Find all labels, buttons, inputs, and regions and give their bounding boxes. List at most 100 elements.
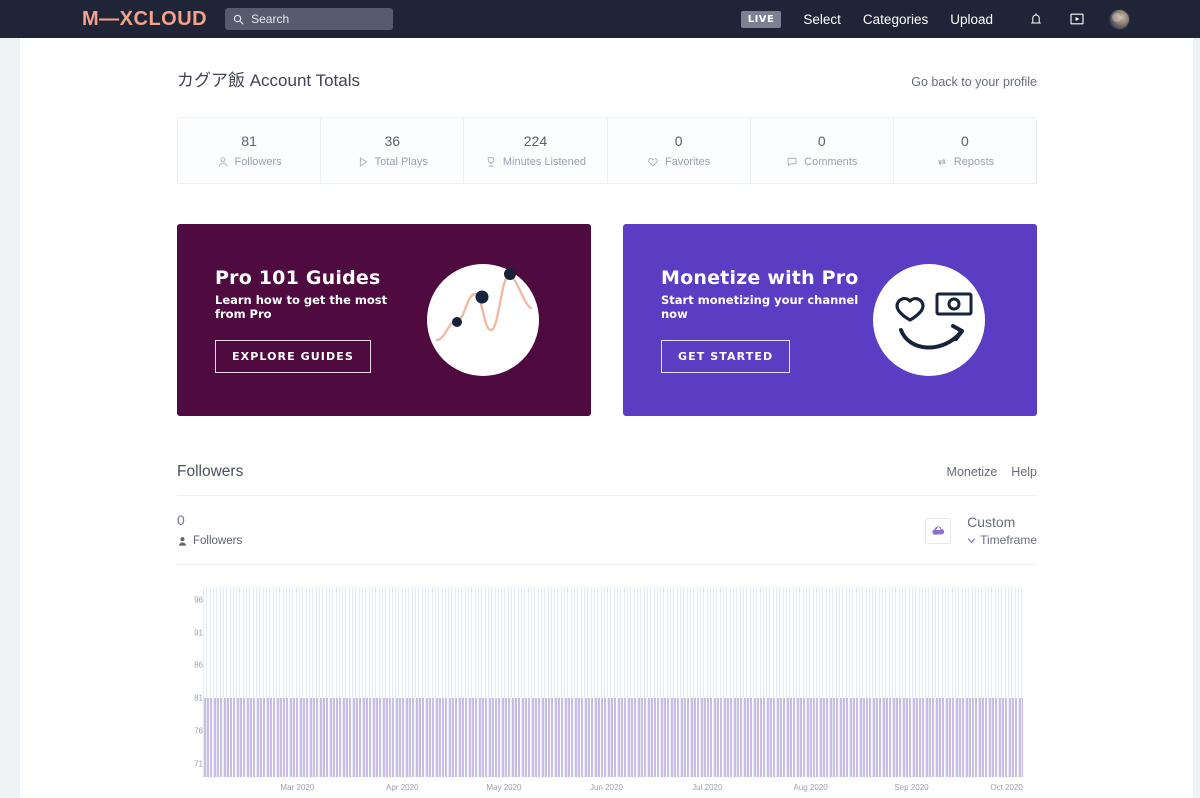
user-avatar[interactable]	[1109, 8, 1130, 30]
header-nav-right: LIVE Select Categories Upload	[740, 8, 1130, 30]
content-container: カグア飯 Account Totals Go back to your prof…	[175, 38, 1037, 798]
stat-label: Reposts	[953, 156, 995, 168]
mixcloud-logo[interactable]: M—XCLOUD	[82, 8, 207, 31]
content-panel: カグア飯 Account Totals Go back to your prof…	[19, 38, 1193, 798]
chart-y-axis: 96 91 86 81 76 71	[177, 587, 203, 777]
monetize-link[interactable]: Monetize	[947, 465, 998, 479]
search-placeholder: Search	[251, 12, 290, 26]
stat-comments[interactable]: 0 Comments	[751, 118, 894, 183]
chart-x-tick: May 2020	[486, 782, 522, 792]
chart-x-tick: Oct 2020	[990, 782, 1023, 792]
play-box-icon[interactable]	[1068, 10, 1086, 28]
search-icon	[233, 14, 244, 25]
stat-favorites[interactable]: 0 Favorites	[608, 118, 751, 183]
heart-icon	[648, 158, 658, 167]
search-input[interactable]: Search	[225, 8, 394, 30]
stat-label: Favorites	[664, 156, 711, 168]
promo-subtitle: Start monetizing your channel now	[661, 293, 859, 321]
stat-label-row: Total Plays	[357, 156, 428, 168]
explore-guides-button[interactable]: EXPLORE GUIDES	[215, 340, 371, 373]
nav-item-select[interactable]: Select	[803, 12, 841, 27]
help-link[interactable]: Help	[1011, 465, 1037, 479]
stat-value: 36	[384, 133, 401, 149]
chart-y-tick: 71	[194, 759, 203, 769]
followers-chart: 96 91 86 81 76 71 Mar 2020 Apr 2020 May 2020 Jun…	[177, 586, 1037, 798]
account-totals-bar: 81 Followers 36 Total Plays 224 Minutes …	[177, 117, 1037, 184]
smiley-money-circle-illustration	[873, 264, 985, 376]
live-badge[interactable]: LIVE	[740, 10, 782, 28]
timeframe-label-row: Timeframe	[967, 532, 1037, 549]
stat-label: Comments	[804, 156, 858, 168]
stat-value: 0	[961, 133, 969, 149]
chart-y-tick: 91	[194, 628, 203, 638]
header-icon-group	[1027, 8, 1130, 30]
stat-label: Followers	[234, 156, 282, 168]
repost-icon	[937, 158, 946, 166]
stat-label-row: Reposts	[936, 156, 994, 168]
play-icon	[359, 157, 367, 167]
cloud-upload-icon[interactable]	[925, 517, 952, 544]
trophy-icon	[487, 157, 494, 167]
nav-item-categories[interactable]: Categories	[863, 12, 928, 27]
go-back-to-profile-link[interactable]: Go back to your profile	[911, 75, 1037, 89]
line-chart-circle-illustration	[427, 264, 539, 376]
stat-value: 0	[674, 133, 683, 149]
chart-y-tick: 86	[194, 660, 203, 670]
chart-x-tick: Aug 2020	[793, 782, 828, 792]
person-icon	[178, 536, 187, 546]
chart-x-tick: Jul 2020	[692, 782, 723, 792]
cloud-upload-glyph	[932, 526, 944, 536]
chart-y-tick: 96	[194, 595, 203, 605]
chart-x-tick: Jun 2020	[589, 782, 623, 792]
chart-y-tick: 81	[194, 693, 203, 703]
stat-value: 0	[817, 133, 826, 149]
stat-value: 81	[241, 133, 257, 149]
section-title: Followers	[177, 463, 244, 480]
followers-section-header: Followers Monetize Help	[177, 463, 1037, 496]
page-background: カグア飯 Account Totals Go back to your prof…	[0, 38, 1200, 798]
promo-subtitle: Learn how to get the most from Pro	[215, 293, 388, 321]
promo-text-block: Monetize with Pro Start monetizing your …	[623, 267, 863, 373]
promo-card-monetize-with-pro[interactable]: Monetize with Pro Start monetizing your …	[623, 224, 1037, 416]
chart-x-tick: Sep 2020	[894, 782, 929, 792]
comment-icon	[787, 157, 797, 167]
followers-count-label-row: Followers	[177, 535, 242, 547]
nav-item-upload[interactable]: Upload	[950, 12, 993, 27]
section-links: Monetize Help	[947, 465, 1037, 479]
followers-count: 0	[177, 512, 185, 528]
chart-x-tick: Mar 2020	[280, 782, 315, 792]
timeframe-controls: Custom Timeframe	[925, 512, 1037, 550]
chevron-down-icon	[967, 538, 976, 544]
chart-x-axis: Mar 2020 Apr 2020 May 2020 Jun 2020 Jul 2020…	[203, 780, 1023, 796]
page-title: カグア飯 Account Totals	[177, 71, 360, 90]
followers-summary: 0 Followers	[177, 512, 242, 547]
stat-label: Total Plays	[374, 156, 428, 168]
stat-total-plays[interactable]: 36 Total Plays	[321, 118, 465, 183]
stat-reposts[interactable]: 0 Reposts	[894, 118, 1036, 183]
promo-title: Monetize with Pro	[661, 267, 859, 289]
stat-label-row: Followers	[217, 156, 282, 168]
timeframe-value: Custom	[967, 514, 1016, 530]
stat-label-row: Favorites	[647, 156, 710, 168]
stat-followers[interactable]: 81 Followers	[178, 118, 322, 183]
stat-label-row: Comments	[786, 156, 857, 168]
bell-icon[interactable]	[1027, 10, 1045, 28]
stat-label-row: Minutes Listened	[485, 156, 586, 168]
promo-text-block: Pro 101 Guides Learn how to get the most…	[177, 267, 417, 373]
promo-title: Pro 101 Guides	[215, 267, 381, 289]
followers-count-label: Followers	[193, 535, 243, 547]
chart-bar	[1021, 698, 1023, 777]
person-icon	[218, 157, 227, 167]
timeframe-selector[interactable]: Custom Timeframe	[967, 512, 1037, 550]
promo-cards-row: Pro 101 Guides Learn how to get the most…	[177, 224, 1037, 416]
promo-card-pro-101-guides[interactable]: Pro 101 Guides Learn how to get the most…	[177, 224, 591, 416]
chart-plot-area[interactable]	[203, 586, 1023, 777]
chart-bar-column	[1021, 586, 1023, 777]
get-started-button[interactable]: GET STARTED	[661, 340, 791, 373]
followers-summary-row: 0 Followers Custom Timeframe	[177, 496, 1037, 565]
chart-y-tick: 76	[194, 726, 203, 736]
chart-x-tick: Apr 2020	[386, 782, 419, 792]
stat-minutes-listened[interactable]: 224 Minutes Listened	[464, 118, 608, 183]
timeframe-label: Timeframe	[980, 533, 1037, 548]
stat-value: 224	[523, 133, 548, 149]
